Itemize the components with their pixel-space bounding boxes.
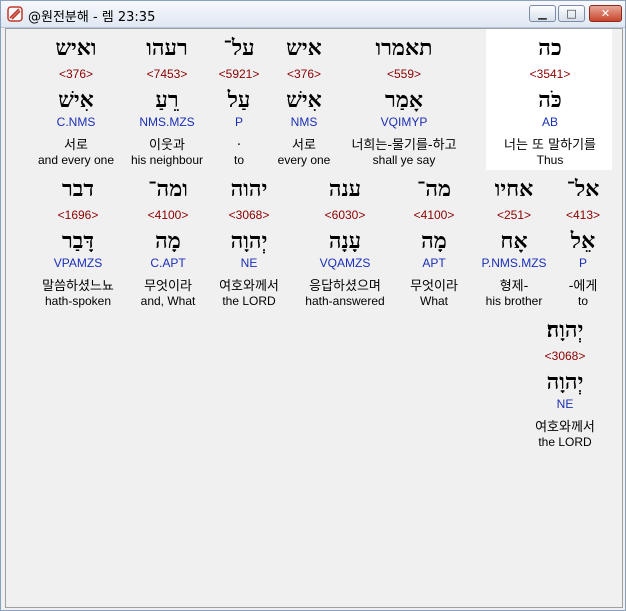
hebrew-word: ואיש bbox=[55, 35, 97, 61]
english-gloss: hath-answered bbox=[305, 294, 385, 308]
english-gloss: shall ye say bbox=[372, 153, 436, 167]
bible-app-icon bbox=[7, 6, 23, 22]
morphology-code: VQIMYP bbox=[380, 115, 428, 129]
english-gloss: the LORD bbox=[538, 435, 592, 449]
strong-number: <4100> bbox=[147, 208, 189, 222]
english-gloss: and every one bbox=[37, 153, 115, 167]
morphology-code: APT bbox=[422, 256, 446, 270]
korean-gloss: . bbox=[236, 134, 242, 149]
morphology-code: NE bbox=[240, 256, 258, 270]
strong-number: <7453> bbox=[146, 67, 188, 81]
strong-number: <1696> bbox=[57, 208, 99, 222]
maximize-icon: □ bbox=[566, 7, 577, 20]
korean-gloss: 응답하셨으며 bbox=[309, 279, 381, 294]
hebrew-word: על־ bbox=[223, 35, 255, 61]
close-icon: ✕ bbox=[600, 7, 611, 20]
close-button[interactable]: ✕ bbox=[589, 5, 622, 22]
korean-gloss: -에게 bbox=[568, 279, 598, 294]
hebrew-lemma: רֵעַ bbox=[155, 87, 179, 113]
hebrew-lemma: עָנָה bbox=[328, 228, 362, 254]
hebrew-word: ענה bbox=[328, 176, 362, 202]
english-gloss: and, What bbox=[140, 294, 196, 308]
morphology-code: C.APT bbox=[150, 256, 186, 270]
hebrew-lemma: אִישׁ bbox=[286, 87, 322, 113]
hebrew-word: איש bbox=[286, 35, 322, 61]
korean-gloss: 여호와께서 bbox=[535, 420, 595, 435]
korean-gloss: 무엇이라 bbox=[144, 279, 192, 294]
morphology-code: VQAMZS bbox=[319, 256, 371, 270]
korean-gloss: 서로 bbox=[64, 138, 88, 153]
hebrew-word: ומה־ bbox=[148, 176, 188, 202]
hebrew-word: תאמרו bbox=[375, 35, 433, 61]
korean-gloss: 이웃과 bbox=[149, 138, 185, 153]
morphology-code: NE bbox=[556, 397, 574, 411]
hebrew-lemma: מָה bbox=[421, 228, 447, 254]
hebrew-lemma: אִישׁ bbox=[58, 87, 94, 113]
strong-number: <6030> bbox=[324, 208, 366, 222]
korean-gloss: 서로 bbox=[292, 138, 316, 153]
morphology-code: AB bbox=[541, 115, 559, 129]
app-window: @원전분해 - 렘 23:35 ▁ □ ✕ כה <3541> כֹּה AB … bbox=[0, 0, 626, 611]
hebrew-lemma: אָמַר bbox=[385, 87, 423, 113]
hebrew-lemma: אָח bbox=[500, 228, 528, 254]
maximize-button[interactable]: □ bbox=[558, 5, 585, 22]
strong-number: <251> bbox=[496, 208, 532, 222]
morphology-code: P bbox=[234, 115, 244, 129]
hebrew-lemma: כֹּה bbox=[538, 87, 562, 113]
strong-number: <413> bbox=[565, 208, 601, 222]
korean-gloss: 무엇이라 bbox=[410, 279, 458, 294]
english-gloss: to bbox=[233, 153, 245, 167]
hebrew-word: אחיו bbox=[494, 176, 534, 202]
hebrew-word: יהוה bbox=[230, 176, 268, 202]
strong-number: <3068> bbox=[544, 349, 586, 363]
analysis-panel: כה <3541> כֹּה AB 너는 또 말하기를 Thus תאמרו <… bbox=[5, 28, 623, 608]
korean-gloss: 여호와께서 bbox=[219, 279, 279, 294]
english-gloss: hath-spoken bbox=[44, 294, 112, 308]
minimize-button[interactable]: ▁ bbox=[529, 5, 556, 22]
hebrew-word: רעהו bbox=[146, 35, 188, 61]
hebrew-word: כה bbox=[538, 35, 562, 61]
title-bar[interactable]: @원전분해 - 렘 23:35 ▁ □ ✕ bbox=[1, 1, 625, 28]
hebrew-word: אל־ bbox=[566, 176, 600, 202]
morphology-code: C.NMS bbox=[56, 115, 96, 129]
korean-gloss: 형제- bbox=[499, 279, 529, 294]
strong-number: <376> bbox=[58, 67, 94, 81]
strong-number: <376> bbox=[286, 67, 322, 81]
hebrew-word: יְהוָה׃ bbox=[546, 317, 584, 343]
hebrew-lemma: אֵל bbox=[570, 228, 596, 254]
english-gloss: Thus bbox=[536, 153, 564, 167]
english-gloss: his brother bbox=[485, 294, 543, 308]
morphology-code: NMS bbox=[290, 115, 318, 129]
english-gloss: the LORD bbox=[222, 294, 276, 308]
hebrew-word: מה־ bbox=[416, 176, 452, 202]
morphology-code: P bbox=[578, 256, 588, 270]
korean-gloss: 말씀하셨느뇨 bbox=[42, 279, 114, 294]
strong-number: <4100> bbox=[413, 208, 455, 222]
korean-gloss: 너는 또 말하기를 bbox=[504, 138, 596, 153]
hebrew-lemma: מָה bbox=[155, 228, 181, 254]
hebrew-lemma: עַל bbox=[227, 87, 251, 113]
window-title: @원전분해 - 렘 23:35 bbox=[28, 10, 156, 25]
morphology-code: P.NMS.MZS bbox=[481, 256, 547, 270]
english-gloss: his neighbour bbox=[130, 153, 204, 167]
minimize-icon: ▁ bbox=[538, 7, 547, 20]
hebrew-lemma: יְהוָה bbox=[230, 228, 268, 254]
morphology-code: NMS.MZS bbox=[139, 115, 195, 129]
hebrew-lemma: יְהוָה bbox=[546, 369, 584, 395]
hebrew-word: דבר bbox=[62, 176, 94, 202]
english-gloss: to bbox=[577, 294, 589, 308]
strong-number: <3068> bbox=[228, 208, 270, 222]
hebrew-lemma: דָּבַר bbox=[62, 228, 94, 254]
english-gloss: What bbox=[419, 294, 449, 308]
korean-gloss: 너희는-물기를-하고 bbox=[351, 138, 457, 153]
strong-number: <3541> bbox=[529, 67, 571, 81]
strong-number: <559> bbox=[386, 67, 422, 81]
morphology-code: VPAMZS bbox=[53, 256, 103, 270]
strong-number: <5921> bbox=[218, 67, 260, 81]
english-gloss: every one bbox=[277, 153, 331, 167]
